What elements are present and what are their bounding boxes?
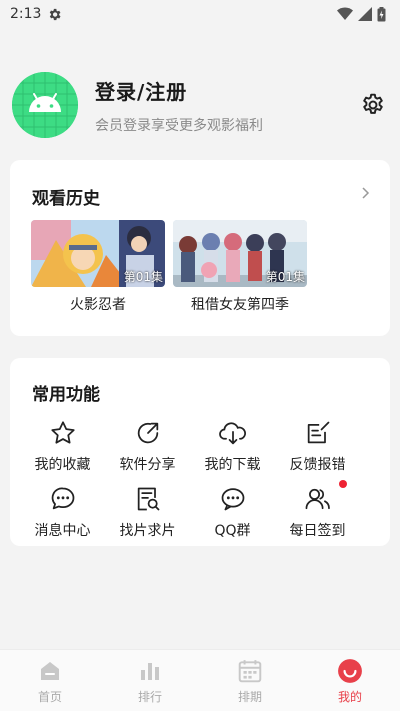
users-icon [303,484,333,514]
battery-icon [377,6,386,21]
downloads-button[interactable]: 我的下载 [190,418,275,474]
login-register-title[interactable]: 登录/注册 [95,76,263,105]
common-functions-title: 常用功能 [32,385,100,405]
func-label: 我的下载 [204,457,261,473]
message-center-button[interactable]: 消息中心 [20,484,105,540]
func-label: 找片求片 [119,523,176,539]
profile-subtitle: 会员登录享受更多观影福利 [95,117,263,134]
func-label: 软件分享 [119,457,176,473]
history-thumbnail[interactable]: 第01集 [173,220,307,287]
func-label: 反馈报错 [289,457,346,473]
share-icon [133,418,163,448]
qq-group-button[interactable]: QQ群 [190,484,275,540]
cloud-download-icon [218,418,248,448]
settings-button[interactable] [358,90,388,120]
favorites-button[interactable]: 我的收藏 [20,418,105,474]
history-item[interactable]: 第01集 火影忍者 [31,220,165,314]
episode-badge: 第01集 [265,270,305,284]
notification-dot [339,480,347,488]
wifi-icon [337,7,353,20]
nav-label: 首页 [37,690,62,704]
smile-icon [337,658,363,684]
chevron-right-icon[interactable] [360,185,372,201]
message-icon [48,484,78,514]
nav-label: 排行 [137,690,162,704]
common-functions-card: 常用功能 我的收藏 软件分享 我的下载 反馈报错 消息中心 找片求片 QQ群 每… [10,358,390,546]
history-thumbnail[interactable]: 第01集 [31,220,165,287]
episode-badge: 第01集 [123,270,163,284]
nav-mine[interactable]: 我的 [300,650,400,711]
watch-history-title: 观看历史 [32,189,100,209]
nav-label: 我的 [337,690,362,704]
settings-status-icon [50,8,61,20]
chart-icon [137,658,163,684]
func-label: 我的收藏 [34,457,91,473]
feedback-button[interactable]: 反馈报错 [275,418,360,474]
search-document-icon [133,484,163,514]
profile-header[interactable]: 登录/注册 会员登录享受更多观影福利 [12,72,388,138]
find-movie-button[interactable]: 找片求片 [105,484,190,540]
nav-home[interactable]: 首页 [0,650,100,711]
bottom-navigation: 首页 排行 排期 我的 [0,649,400,711]
avatar[interactable] [12,72,78,138]
star-icon [48,418,78,448]
func-label: 每日签到 [289,523,346,539]
nav-ranking[interactable]: 排行 [100,650,200,711]
func-label: 消息中心 [34,523,91,539]
daily-checkin-button[interactable]: 每日签到 [275,480,360,540]
func-label: QQ群 [214,523,251,539]
share-app-button[interactable]: 软件分享 [105,418,190,474]
nav-schedule[interactable]: 排期 [200,650,300,711]
history-title[interactable]: 火影忍者 [31,294,165,314]
gear-icon [363,93,383,114]
history-title[interactable]: 租借女友第四季 [173,294,307,314]
status-bar: 2:13 [0,0,400,28]
calendar-icon [237,658,263,684]
feedback-edit-icon [303,418,333,448]
signal-icon [358,7,372,21]
watch-history-card: 观看历史 第01集 火影忍者 第01集 租借女友第四季 [10,160,390,336]
home-icon [37,658,63,684]
status-time: 2:13 [10,6,42,22]
chat-group-icon [218,484,248,514]
history-item[interactable]: 第01集 租借女友第四季 [173,220,307,314]
nav-label: 排期 [237,690,262,704]
android-avatar-icon [12,72,78,138]
